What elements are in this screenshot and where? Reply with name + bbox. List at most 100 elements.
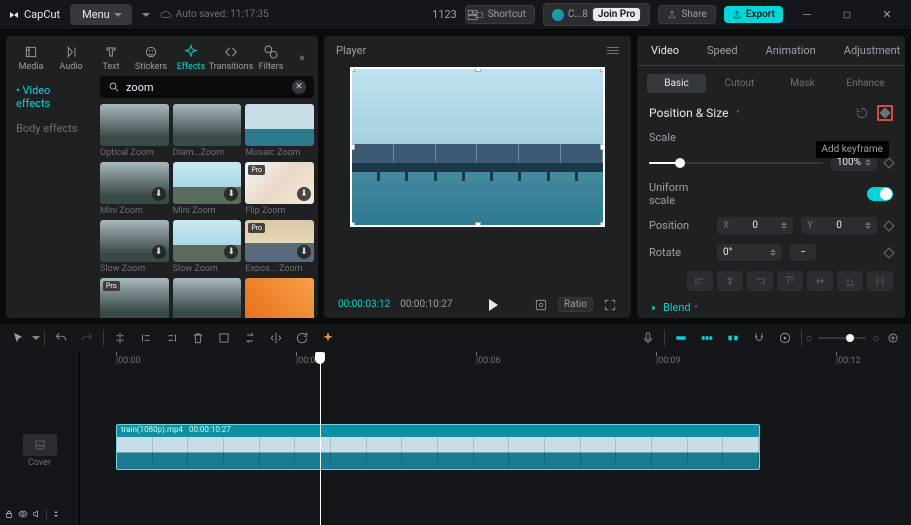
- effect-thumbnail[interactable]: Pro⬇Expos... Zoom: [245, 220, 314, 274]
- media-tab-filters[interactable]: Filters: [252, 42, 290, 74]
- scale-slider[interactable]: [649, 162, 823, 164]
- effect-thumbnail[interactable]: Pro: [100, 278, 169, 318]
- maximize-button[interactable]: [831, 0, 863, 30]
- history-chevron-icon[interactable]: [142, 13, 150, 17]
- inspector-subtab-cutout[interactable]: Cutout: [710, 74, 769, 93]
- fullscreen-icon[interactable]: [603, 298, 617, 312]
- user-chip[interactable]: C...8 Join Pro: [543, 3, 650, 26]
- effect-thumbnail[interactable]: [173, 278, 242, 318]
- close-button[interactable]: ✕: [871, 0, 903, 30]
- effect-thumbnail[interactable]: ⬇Slow Zoom: [173, 220, 242, 274]
- effect-thumbnail[interactable]: ⬇Slow Zoom: [100, 220, 169, 274]
- effect-thumbnail[interactable]: ⬇Mini Zoom: [173, 162, 242, 216]
- play-button[interactable]: [489, 299, 498, 311]
- align-top-icon[interactable]: [777, 271, 803, 291]
- timeline-zoom-slider[interactable]: [818, 337, 866, 339]
- inspector-tab-animation[interactable]: Animation: [752, 36, 830, 65]
- effect-thumbnail[interactable]: [245, 278, 314, 318]
- effects-category[interactable]: • Video effects: [6, 78, 96, 116]
- split-icon[interactable]: [108, 327, 132, 349]
- select-tool-dropdown[interactable]: [32, 336, 40, 340]
- scale-keyframe-icon[interactable]: [883, 157, 894, 168]
- uniform-scale-toggle[interactable]: [867, 187, 893, 201]
- blend-section[interactable]: Blend •: [649, 301, 893, 314]
- effect-thumbnail[interactable]: Diam...Zoom: [173, 104, 242, 158]
- track-mode-icon[interactable]: [695, 327, 719, 349]
- autosave-status: Auto saved: 11:17:35: [160, 9, 269, 21]
- preview-quality-icon[interactable]: [534, 298, 548, 312]
- timeline[interactable]: |00:00|00:03|00:06|00:09|00:12 train(108…: [80, 352, 911, 525]
- menu-button[interactable]: Menu: [70, 4, 132, 25]
- reverse-icon[interactable]: [238, 327, 262, 349]
- media-tab-audio[interactable]: Audio: [52, 42, 90, 74]
- effects-category[interactable]: Body effects: [6, 116, 96, 141]
- delete-left-icon[interactable]: [134, 327, 158, 349]
- lock-all-icon[interactable]: [4, 509, 14, 519]
- cover-thumbnail[interactable]: [23, 434, 57, 456]
- effect-thumbnail[interactable]: Mosaic Zoom: [245, 104, 314, 158]
- track-fit-icon[interactable]: [721, 327, 745, 349]
- search-input[interactable]: [126, 81, 286, 94]
- align-bottom-icon[interactable]: [837, 271, 863, 291]
- video-clip[interactable]: train(1080p).mp400:00:10:27: [116, 424, 760, 470]
- undo-icon[interactable]: [49, 327, 73, 349]
- export-button[interactable]: Export: [724, 6, 783, 23]
- delete-icon[interactable]: [186, 327, 210, 349]
- align-center-h-icon[interactable]: [717, 271, 743, 291]
- join-pro-button[interactable]: Join Pro: [592, 7, 641, 22]
- mute-all-icon[interactable]: [32, 509, 42, 519]
- mic-icon[interactable]: [636, 327, 660, 349]
- ratio-button[interactable]: Ratio: [558, 297, 593, 312]
- reset-icon[interactable]: [855, 106, 869, 120]
- effect-thumbnail[interactable]: ⬇Mini Zoom: [100, 162, 169, 216]
- delete-right-icon[interactable]: [160, 327, 184, 349]
- snapping-icon[interactable]: [747, 327, 771, 349]
- inspector-tab-adjustment[interactable]: Adjustment: [830, 36, 905, 65]
- rotate-field[interactable]: 0°: [717, 244, 782, 261]
- align-left-icon[interactable]: [687, 271, 713, 291]
- distribute-icon[interactable]: [867, 271, 893, 291]
- playhead[interactable]: [320, 352, 321, 525]
- share-button[interactable]: Share: [658, 5, 715, 24]
- layout-icon[interactable]: [467, 9, 479, 21]
- video-preview[interactable]: [350, 67, 605, 227]
- rotate-reset-button[interactable]: −: [790, 244, 816, 261]
- inspector-tab-speed[interactable]: Speed: [693, 36, 752, 65]
- align-right-icon[interactable]: [747, 271, 773, 291]
- media-tab-transitions[interactable]: Transitions: [212, 42, 250, 74]
- clear-search-button[interactable]: ✕: [292, 80, 306, 94]
- add-keyframe-button[interactable]: [877, 105, 893, 121]
- main-track-toggle-icon[interactable]: [669, 327, 693, 349]
- inspector-subtab-enhance[interactable]: Enhance: [836, 74, 895, 93]
- select-tool-icon[interactable]: [6, 327, 30, 349]
- rotate-icon[interactable]: [290, 327, 314, 349]
- zoom-out-icon[interactable]: ○: [806, 332, 813, 345]
- mirror-icon[interactable]: [264, 327, 288, 349]
- position-x-field[interactable]: X0: [717, 217, 793, 234]
- zoom-fit-icon[interactable]: [881, 327, 905, 349]
- rotate-keyframe-icon[interactable]: [883, 247, 894, 258]
- inspector-subtab-mask[interactable]: Mask: [773, 74, 832, 93]
- minimize-button[interactable]: ─: [791, 0, 823, 30]
- inspector-tab-video[interactable]: Video: [637, 36, 693, 65]
- auto-enhance-icon[interactable]: [316, 327, 340, 349]
- media-tab-effects[interactable]: Effects: [172, 42, 210, 74]
- effect-thumbnail[interactable]: Pro⬇Flip Zoom: [245, 162, 314, 216]
- redo-icon[interactable]: [75, 327, 99, 349]
- effect-thumbnail[interactable]: Optical Zoom: [100, 104, 169, 158]
- media-tab-stickers[interactable]: Stickers: [132, 42, 170, 74]
- preview-toggle-icon[interactable]: [773, 327, 797, 349]
- zoom-in-icon[interactable]: ○: [872, 332, 879, 345]
- more-tabs-icon[interactable]: »: [292, 42, 312, 72]
- hide-all-icon[interactable]: [18, 509, 28, 519]
- media-tab-text[interactable]: Text: [92, 42, 130, 74]
- align-center-v-icon[interactable]: [807, 271, 833, 291]
- position-y-field[interactable]: Y0: [801, 217, 877, 234]
- player-menu-icon[interactable]: [607, 47, 619, 54]
- media-tab-media[interactable]: Media: [12, 42, 50, 74]
- collapse-tracks-icon[interactable]: [51, 509, 61, 519]
- search-field[interactable]: ✕: [100, 76, 314, 98]
- inspector-subtab-basic[interactable]: Basic: [647, 74, 706, 93]
- crop-icon[interactable]: [212, 327, 236, 349]
- position-keyframe-icon[interactable]: [883, 220, 894, 231]
